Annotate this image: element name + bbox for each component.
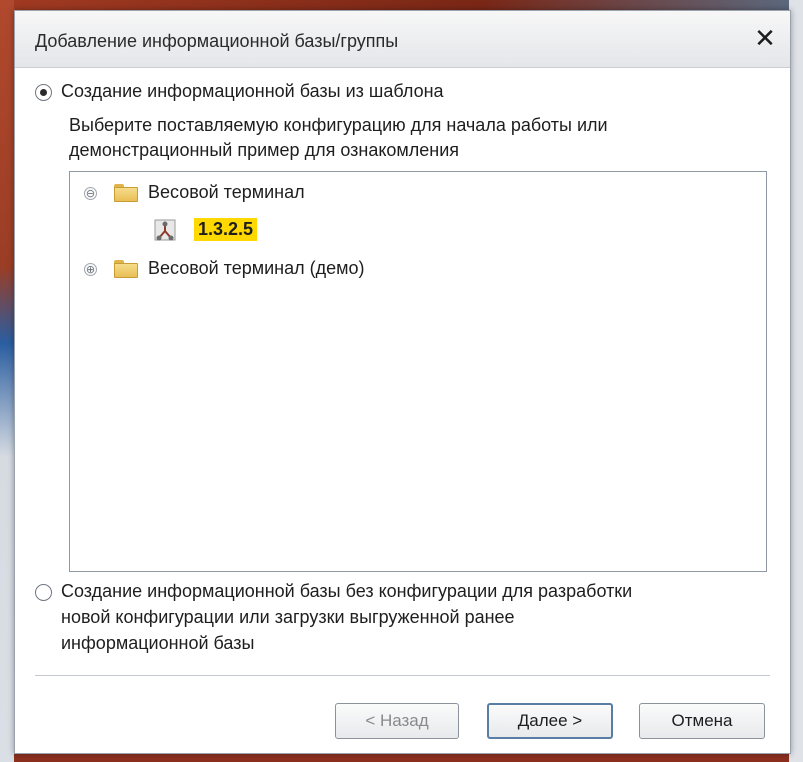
back-button[interactable]: < Назад: [335, 703, 459, 739]
template-description-line-1: Выберите поставляемую конфигурацию для н…: [69, 115, 608, 135]
separator: [35, 675, 770, 676]
dialog-title: Добавление информационной базы/группы: [35, 31, 399, 51]
tree-item-label: Весовой терминал: [148, 182, 305, 202]
configuration-icon: [154, 219, 176, 241]
template-tree[interactable]: ⊖ Весовой терминал 1.3.2.5 ⊕ Весовой тер…: [69, 171, 767, 572]
next-button[interactable]: Далее >: [487, 703, 613, 739]
tree-item-label: Весовой терминал (демо): [148, 258, 365, 278]
folder-icon: [114, 184, 138, 202]
add-infobase-dialog: Добавление информационной базы/группы ✕ …: [14, 10, 791, 754]
title-bar: Добавление информационной базы/группы ✕: [15, 11, 790, 68]
background-window-strip-left: [0, 0, 14, 762]
radio-create-empty-label-line-2[interactable]: новой конфигурации или загрузки выгружен…: [61, 607, 515, 628]
template-description-line-2: демонстрационный пример для ознакомления: [69, 140, 460, 160]
tree-item-weight-terminal-demo[interactable]: ⊕ Весовой терминал (демо): [70, 254, 766, 284]
tree-item-weight-terminal[interactable]: ⊖ Весовой терминал: [70, 178, 766, 208]
tree-item-config-version[interactable]: 1.3.2.5: [70, 216, 766, 246]
background-window-strip-right: [789, 0, 803, 762]
close-button[interactable]: ✕: [750, 25, 780, 53]
collapse-icon[interactable]: ⊖: [84, 187, 97, 200]
radio-create-from-template-label[interactable]: Создание информационной базы из шаблона: [61, 81, 444, 102]
folder-icon: [114, 260, 138, 278]
radio-create-from-template[interactable]: [35, 84, 52, 101]
radio-create-empty-label-line-3[interactable]: информационной базы: [61, 633, 254, 654]
radio-create-empty[interactable]: [35, 584, 52, 601]
cancel-button[interactable]: Отмена: [639, 703, 765, 739]
expand-icon[interactable]: ⊕: [84, 263, 97, 276]
selected-config-version[interactable]: 1.3.2.5: [194, 218, 258, 241]
radio-create-empty-label-line-1[interactable]: Создание информационной базы без конфигу…: [61, 581, 632, 602]
